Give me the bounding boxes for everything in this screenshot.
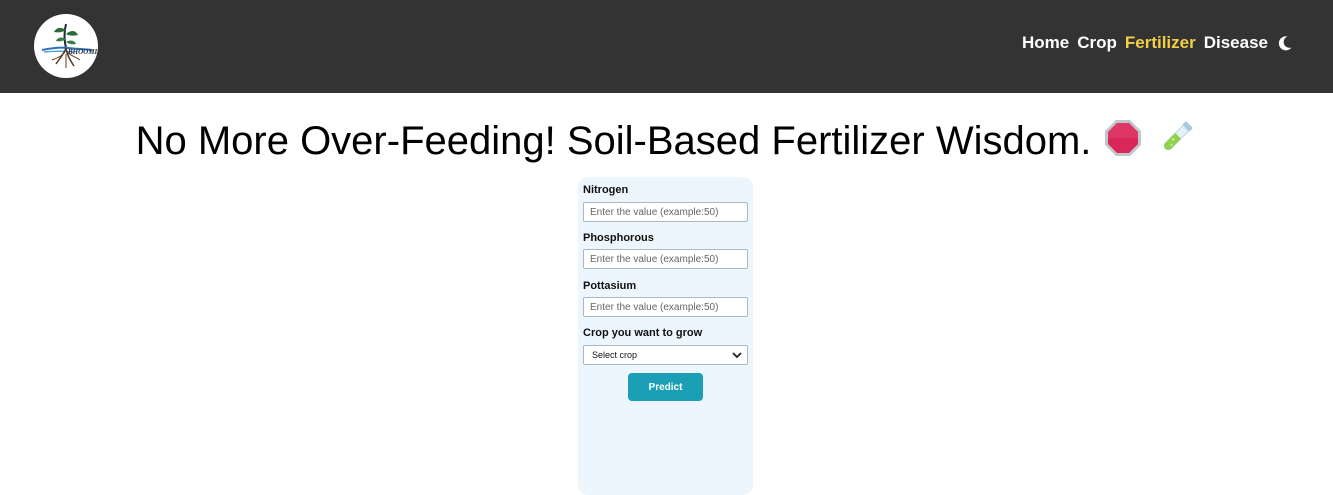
fertilizer-form: Nitrogen Phosphorous Pottasium Crop you … <box>578 177 753 495</box>
predict-button[interactable]: Predict <box>628 373 703 401</box>
stop-sign-icon <box>1103 118 1143 169</box>
nav-link-disease[interactable]: Disease <box>1204 33 1268 53</box>
nav-link-fertilizer[interactable]: Fertilizer <box>1125 33 1196 53</box>
bhoomi-logo[interactable]: BHOOMI <box>34 14 98 78</box>
crop-select-value: Select crop <box>592 350 638 360</box>
phosphorous-input[interactable] <box>583 249 748 269</box>
pottasium-label: Pottasium <box>583 280 637 292</box>
nav-links: Home Crop Fertilizer Disease <box>1022 33 1294 53</box>
navbar: BHOOMI Home Crop Fertilizer Disease <box>0 0 1333 93</box>
page-title-text: No More Over-Feeding! Soil-Based Fertili… <box>135 119 1092 164</box>
phosphorous-label: Phosphorous <box>583 232 654 244</box>
nav-link-home[interactable]: Home <box>1022 33 1069 53</box>
nitrogen-input[interactable] <box>583 202 748 222</box>
svg-text:BHOOMI: BHOOMI <box>67 48 97 56</box>
crop-label: Crop you want to grow <box>583 327 703 339</box>
test-tube-icon <box>1155 117 1197 170</box>
plant-roots-logo-icon: BHOOMI <box>41 23 97 68</box>
nitrogen-label: Nitrogen <box>583 184 629 196</box>
moon-icon[interactable] <box>1276 34 1294 52</box>
pottasium-input[interactable] <box>583 297 748 317</box>
chevron-down-icon <box>732 352 742 359</box>
page-title: No More Over-Feeding! Soil-Based Fertili… <box>0 117 1333 170</box>
crop-select[interactable]: Select crop <box>583 345 748 365</box>
nav-link-crop[interactable]: Crop <box>1077 33 1117 53</box>
